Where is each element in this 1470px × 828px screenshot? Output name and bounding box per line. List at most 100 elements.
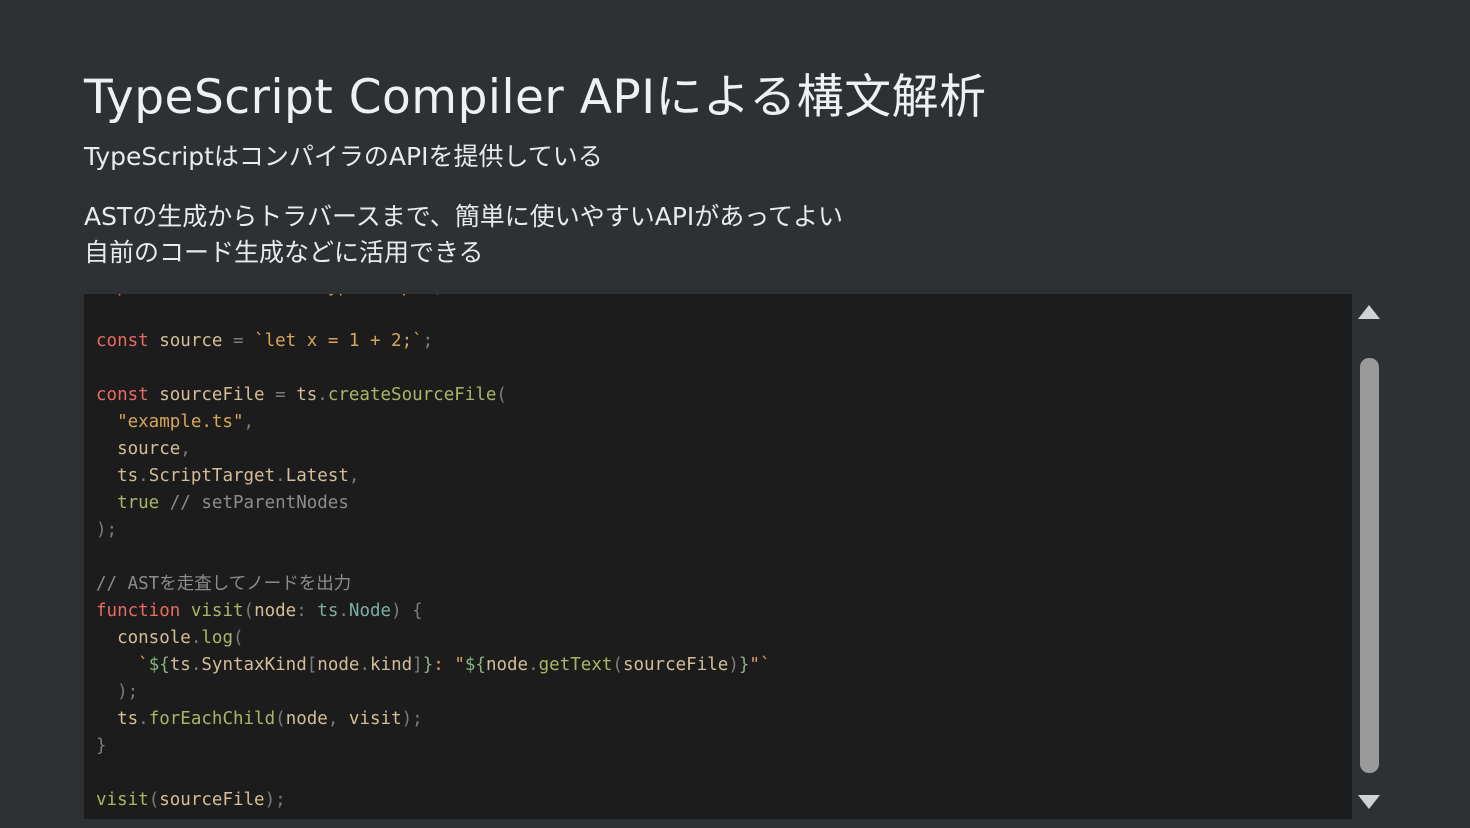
code-token: , (243, 412, 255, 432)
code-token: Node (348, 601, 392, 621)
slide-paragraph: TypeScriptはコンパイラのAPIを提供している (84, 142, 603, 171)
code-token: . (190, 655, 202, 675)
code-line: ts.forEachChild(node, visit); (96, 706, 1346, 733)
code-token: node (485, 655, 529, 675)
code-token: ] (412, 655, 423, 675)
code-block[interactable]: import * as ts from "typescript"; const … (84, 294, 1386, 819)
code-line: ); (96, 517, 1346, 544)
code-token: // setParentNodes (159, 493, 349, 513)
code-token: node (285, 709, 328, 729)
code-token: ts (96, 466, 139, 486)
code-token: source (148, 331, 233, 351)
code-token: createSourceFile (327, 385, 497, 405)
code-token: . (275, 466, 286, 486)
slide-paragraph-block: ASTの生成からトラバースまで、簡単に使いやすいAPIがあってよい 自前のコード… (84, 199, 843, 271)
code-token: ts (96, 709, 139, 729)
code-token: [ (306, 655, 318, 675)
code-token: ); (264, 790, 286, 810)
code-token: "example.ts" (117, 412, 244, 432)
code-token: ( (275, 709, 286, 729)
code-token: const (96, 331, 149, 351)
code-token: ); (401, 709, 423, 729)
code-token: } (422, 655, 434, 675)
code-line: function visit(node: ts.Node) { (96, 598, 1346, 625)
code-token: } (738, 655, 750, 675)
code-line: ); (96, 679, 1346, 706)
scroll-up-arrow-icon[interactable] (1358, 305, 1380, 319)
slide-title: TypeScript Compiler APIによる構文解析 (84, 70, 987, 125)
scroll-thumb[interactable] (1360, 358, 1379, 773)
code-token: , (180, 439, 191, 459)
code-token: sourceFile (148, 385, 276, 405)
code-line: // ASTを走査してノードを出力 (96, 571, 1346, 598)
code-token: log (201, 628, 233, 648)
code-line: ts.ScriptTarget.Latest, (96, 463, 1346, 490)
code-line: console.log( (96, 625, 1346, 652)
code-token: . (359, 655, 370, 675)
code-token: ( (612, 655, 623, 675)
code-token: ; (433, 294, 444, 297)
code-line: const source = `let x = 1 + 2;`; (96, 328, 1346, 355)
code-token: ); (96, 682, 139, 702)
code-token: "typescript" (296, 294, 433, 297)
code-token: . (190, 628, 202, 648)
scroll-down-arrow-icon[interactable] (1358, 795, 1380, 809)
code-token: : (296, 601, 307, 621)
code-token: ${ (464, 655, 486, 675)
code-token: source (96, 439, 181, 459)
code-token: ( (148, 790, 160, 810)
code-token: visit (96, 790, 149, 810)
code-token: ) { (391, 601, 423, 621)
code-token: ts (285, 385, 318, 405)
code-token: } (96, 736, 107, 756)
code-token: function (96, 601, 181, 621)
code-token: `let x = 1 + 2;` (243, 331, 423, 351)
code-token: . (138, 466, 149, 486)
code-token: * (159, 294, 191, 297)
code-token: ScriptTarget (148, 466, 276, 486)
code-line: visit(sourceFile); (96, 787, 1346, 814)
code-token: ( (243, 601, 255, 621)
code-token: . (317, 385, 328, 405)
code-token: , (348, 466, 360, 486)
code-token: sourceFile (159, 790, 265, 810)
code-token: "` (749, 655, 771, 675)
code-token: SyntaxKind (201, 655, 307, 675)
code-token: node (254, 601, 297, 621)
code-token: ( (496, 385, 507, 405)
code-scrollbar[interactable] (1352, 294, 1386, 819)
code-token: ; (422, 331, 434, 351)
code-token: . (138, 709, 149, 729)
code-line: source, (96, 436, 1346, 463)
code-token: sourceFile (622, 655, 729, 675)
slide-paragraph-line: 自前のコード生成などに活用できる (84, 238, 484, 267)
code-token: . (528, 655, 539, 675)
code-token: ${ (148, 655, 170, 675)
code-token: ( (232, 628, 244, 648)
code-token: : " (433, 655, 465, 675)
slide-paragraph-line: ASTの生成からトラバースまで、簡単に使いやすいAPIがあってよい (84, 202, 844, 231)
code-content: import * as ts from "typescript"; const … (96, 294, 1346, 814)
code-token: as (191, 294, 212, 297)
code-token: import (96, 294, 159, 297)
code-token: , (327, 709, 349, 729)
code-token: // ASTを走査してノードを出力 (96, 574, 352, 594)
code-token: kind (370, 655, 413, 675)
code-token: true (117, 493, 160, 513)
code-token: console (96, 628, 191, 648)
code-token: node (317, 655, 360, 675)
code-line: } (96, 733, 1346, 760)
code-token: Latest (285, 466, 349, 486)
code-token: forEachChild (148, 709, 276, 729)
code-token: . (338, 601, 349, 621)
code-token: visit (348, 709, 402, 729)
code-token: ); (96, 520, 118, 540)
code-token: const (96, 385, 149, 405)
code-token: ts (212, 294, 254, 297)
